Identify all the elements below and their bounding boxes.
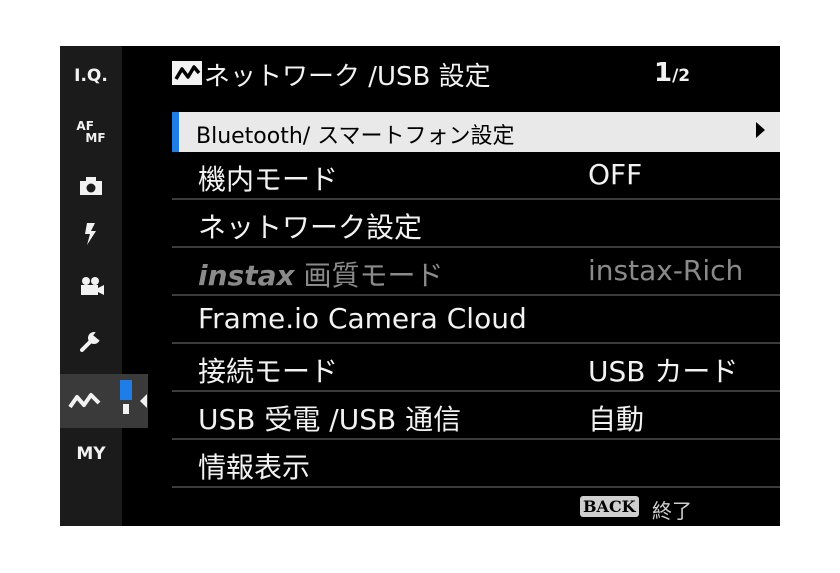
sidebar-item-flash[interactable] — [60, 214, 122, 254]
page-number: 1/2 — [654, 58, 690, 88]
menu-item-bluetooth-smartphone[interactable]: Bluetooth/ スマートフォン設定 — [172, 112, 780, 152]
sidebar-item-af-mf[interactable]: AF MF — [60, 112, 122, 152]
network-icon — [68, 393, 101, 409]
submenu-arrow-icon — [756, 122, 765, 138]
menu-item-label: 情報表示 — [198, 451, 311, 484]
camera-icon — [80, 177, 102, 195]
menu-item-value: OFF — [588, 158, 643, 191]
menu-item-label-text: 画質モード — [294, 259, 444, 292]
sidebar-item-network[interactable] — [60, 374, 148, 428]
back-button-icon[interactable]: BACK — [580, 496, 639, 517]
active-pointer-icon — [140, 394, 147, 408]
menu-item-value: 自動 — [588, 403, 645, 436]
menu-item-frameio[interactable]: Frame.io Camera Cloud — [172, 298, 780, 344]
sidebar-item-image-quality[interactable]: I.Q. — [60, 56, 122, 96]
menu-header: ネットワーク /USB 設定 1/2 — [172, 54, 772, 98]
sidebar-item-setup[interactable] — [60, 321, 122, 361]
menu-item-label: USB 受電 /USB 通信 — [198, 403, 462, 436]
menu-item-label: Frame.io Camera Cloud — [198, 302, 527, 335]
page-title: ネットワーク /USB 設定 — [204, 62, 491, 92]
menu-item-value: USB カード — [588, 355, 739, 388]
sidebar-item-shooting[interactable] — [60, 166, 122, 206]
page-indicator-inactive — [123, 404, 129, 414]
menu-item-label: instax 画質モード — [198, 254, 443, 294]
selection-bar — [172, 112, 179, 152]
page-total: /2 — [672, 66, 691, 86]
network-icon — [172, 61, 202, 85]
flash-icon — [85, 223, 96, 245]
movie-camera-icon — [81, 277, 104, 295]
back-hint-label: 終了 — [652, 499, 692, 523]
menu-item-label: 機内モード — [198, 163, 339, 196]
menu-item-airplane-mode[interactable]: 機内モード OFF — [172, 154, 780, 200]
sidebar-item-label: I.Q. — [74, 66, 108, 86]
wrench-icon — [80, 330, 102, 352]
menu-item-usb-power[interactable]: USB 受電 /USB 通信 自動 — [172, 394, 780, 440]
af-mf-icon: AF MF — [76, 120, 105, 144]
sidebar-item-movie[interactable] — [60, 266, 122, 306]
page-indicator-active — [120, 380, 132, 400]
menu-item-info-display[interactable]: 情報表示 — [172, 442, 780, 488]
instax-logo: instax — [198, 259, 295, 292]
page-current: 1 — [654, 58, 673, 88]
menu-item-network-settings[interactable]: ネットワーク設定 — [172, 202, 780, 248]
sidebar-item-label: MY — [76, 444, 106, 464]
sidebar-item-my-menu[interactable]: MY — [60, 434, 122, 474]
menu-item-value: instax-Rich — [588, 254, 744, 287]
menu-item-connection-mode[interactable]: 接続モード USB カード — [172, 346, 780, 392]
category-sidebar: I.Q. AF MF MY — [60, 46, 148, 526]
menu-item-label: ネットワーク設定 — [198, 211, 423, 244]
mf-label: MF — [85, 131, 106, 145]
menu-item-instax-quality: instax 画質モード instax-Rich — [172, 250, 780, 296]
menu-item-label: 接続モード — [198, 355, 339, 388]
menu-item-label: Bluetooth/ スマートフォン設定 — [196, 124, 515, 149]
